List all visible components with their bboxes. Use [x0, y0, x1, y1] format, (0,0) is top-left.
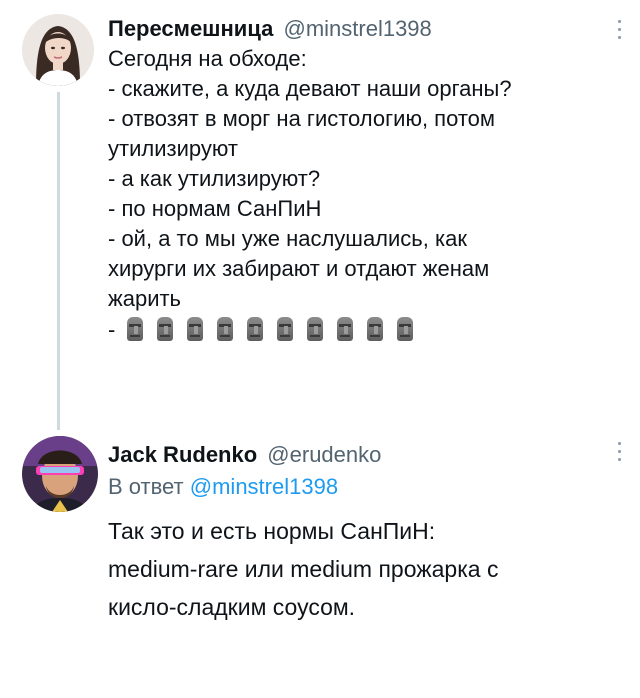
user-avatar[interactable]: [22, 436, 98, 512]
moai-emoji-icon: [125, 317, 145, 343]
tweet-reply[interactable]: Jack Rudenko @erudenko В ответ @minstrel…: [0, 420, 640, 698]
reply-context: В ответ @minstrel1398: [108, 472, 600, 502]
display-name[interactable]: Jack Rudenko: [108, 442, 257, 467]
tweet-original[interactable]: Пересмешница @minstrel1398 Сегодня на об…: [0, 0, 640, 430]
moai-emoji-icon: [305, 317, 325, 343]
reply-prefix: В ответ: [108, 474, 184, 499]
emoji-line: -: [108, 314, 600, 346]
tweet-text-line: - а как утилизируют?: [108, 166, 321, 191]
tweet-text-line: кисло-сладким соусом.: [108, 594, 356, 620]
tweet-text-line: Так это и есть нормы СанПиН:: [108, 518, 436, 544]
tweet-text-line: - по нормам СанПиН: [108, 196, 322, 221]
woman-avatar-icon: [22, 14, 94, 86]
tweet-text: Сегодня на обходе: - скажите, а куда дев…: [108, 44, 600, 346]
tweet-content: Пересмешница @minstrel1398 Сегодня на об…: [108, 14, 600, 346]
moai-emoji-icon: [365, 317, 385, 343]
user-avatar[interactable]: [22, 14, 94, 86]
tweet-header: Пересмешница @minstrel1398: [108, 14, 600, 44]
user-handle[interactable]: @erudenko: [267, 442, 381, 467]
more-options-icon[interactable]: [616, 442, 622, 466]
tweet-text-line: утилизируют: [108, 136, 238, 161]
tweet-text-line: - отвозят в морг на гистологию, потом: [108, 106, 496, 131]
moai-emoji-icon: [335, 317, 355, 343]
moai-emoji-icon: [275, 317, 295, 343]
tweet-text-line: - скажите, а куда девают наши органы?: [108, 76, 512, 101]
thread-connector-line: [57, 92, 60, 430]
tweet-text-line: хирурги их забирают и отдают женам: [108, 256, 490, 281]
moai-emoji-icon: [395, 317, 415, 343]
moai-emoji-icon: [245, 317, 265, 343]
moai-emoji-icon: [185, 317, 205, 343]
tweet-text-line: жарить: [108, 286, 182, 311]
tweet-text-line: medium-rare или medium прожарка с: [108, 556, 499, 582]
man-avatar-icon: [22, 436, 98, 512]
tweet-header: Jack Rudenko @erudenko: [108, 440, 600, 470]
tweet-text-line: - ой, а то мы уже наслушались, как: [108, 226, 467, 251]
tweet-text: Так это и есть нормы СанПиН: medium-rare…: [108, 512, 600, 626]
tweet-content: Jack Rudenko @erudenko В ответ @minstrel…: [108, 440, 600, 626]
reply-handle-link[interactable]: @minstrel1398: [190, 474, 338, 499]
tweet-text-line: Сегодня на обходе:: [108, 46, 307, 71]
user-handle[interactable]: @minstrel1398: [283, 16, 431, 41]
more-options-icon[interactable]: [616, 20, 622, 44]
moai-emoji-icon: [215, 317, 235, 343]
display-name[interactable]: Пересмешница: [108, 16, 273, 41]
emoji-line-prefix: -: [108, 317, 116, 342]
moai-emoji-icon: [155, 317, 175, 343]
